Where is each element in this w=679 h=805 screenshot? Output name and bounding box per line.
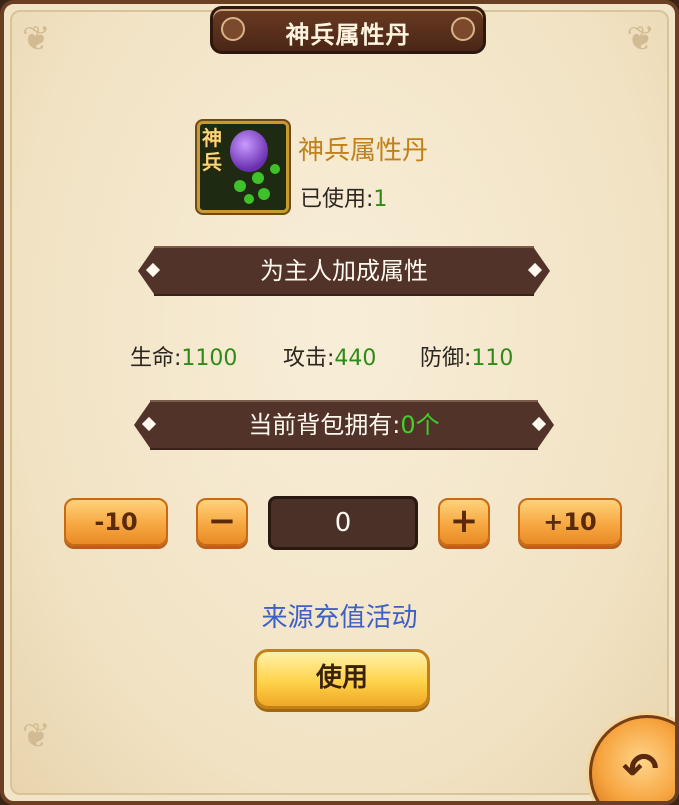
stat-hp: 生命:1100 [130,340,237,372]
purple-gem-icon [230,130,268,172]
green-pill-icon [234,180,246,192]
minus-ten-button[interactable]: -10 [64,498,168,546]
inventory-banner: 当前背包拥有:0个 [134,400,554,450]
quantity-field[interactable]: 0 [268,496,418,550]
stat-attack: 攻击:440 [283,340,376,372]
plus-ten-button[interactable]: +10 [518,498,622,546]
plus-button[interactable]: + [438,498,490,546]
item-used-count: 已使用:1 [300,181,387,213]
bonus-banner: 为主人加成属性 [138,246,550,296]
dialog-title: 神兵属性丹 [285,21,411,49]
stat-value: 440 [334,346,377,371]
title-plate: 神兵属性丹 [210,6,486,54]
inventory-banner-label: 当前背包拥有: [248,411,401,439]
green-pill-icon [252,172,264,184]
stat-label: 防御: [420,346,472,371]
source-link[interactable]: 来源充值活动 [4,597,675,634]
corner-ornament-bottom-left-icon: ❦ [22,716,51,756]
corner-ornament-top-left-icon: ❦ [22,19,51,59]
use-button[interactable]: 使用 [254,649,430,709]
stat-label: 生命: [130,346,182,371]
green-pill-icon [270,164,280,174]
item-name: 神兵属性丹 [298,136,429,166]
stat-label: 攻击: [283,346,335,371]
item-dialog: ❦ ❦ ❦ 神兵属性丹 神兵 神兵属性丹 已使用:1 为主人加成属性 生命:11… [0,0,679,805]
item-icon: 神兵 [197,121,289,213]
green-pill-icon [258,188,270,200]
green-pill-icon [244,194,254,204]
item-icon-tag: 神兵 [202,126,222,174]
stat-value: 110 [471,346,514,371]
inventory-count: 0个 [400,411,440,439]
minus-button[interactable]: − [196,498,248,546]
item-used-label: 已使用: [300,187,374,212]
stat-value: 1100 [181,346,238,371]
item-used-value: 1 [373,187,388,212]
corner-ornament-top-right-icon: ❦ [626,19,656,59]
bonus-banner-label: 为主人加成属性 [260,257,428,285]
back-arrow-icon: ↶ [622,744,659,795]
stat-defense: 防御:110 [420,340,513,372]
